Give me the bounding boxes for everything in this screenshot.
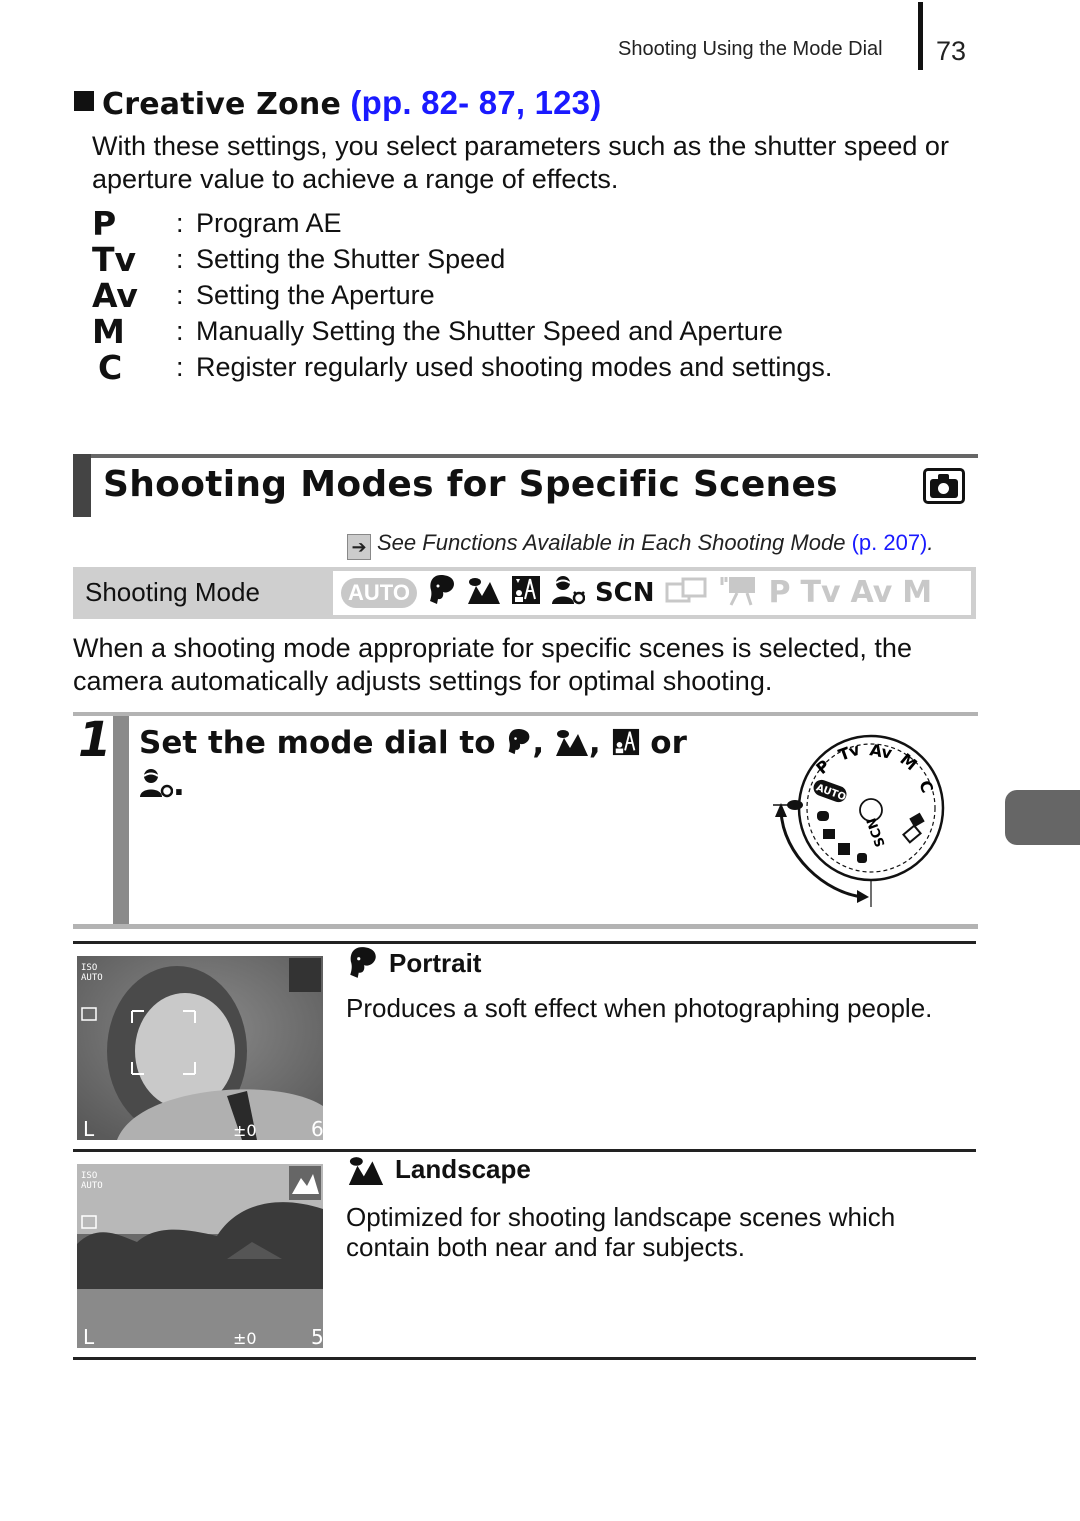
dial-landscape-mark	[823, 829, 835, 839]
step-side-bar	[113, 716, 129, 926]
mode-row-av: Av: Setting the Aperture	[92, 275, 435, 315]
feature-title-portrait: Portrait	[347, 946, 481, 980]
lcd-iso: ISO	[81, 963, 97, 973]
lcd-size: L	[83, 1325, 95, 1348]
mode-label: Manually Setting the Shutter Speed and A…	[196, 316, 783, 347]
step-number: 1	[78, 712, 112, 768]
feature-rule	[73, 1149, 976, 1152]
square-bullet-icon	[74, 91, 94, 111]
mode-row-c: C: Register regularly used shooting modes…	[92, 348, 833, 388]
tv-mode-icon: Tv	[800, 575, 841, 610]
mode-key: Av	[92, 275, 138, 315]
landscape-lcd-screenshot: ISO AUTO L ±0 5	[77, 1164, 323, 1348]
feature-description-portrait: Produces a soft effect when photographin…	[346, 993, 933, 1023]
creative-zone-title: Creative Zone	[102, 87, 342, 122]
m-mode-icon: M	[902, 575, 933, 610]
portrait-lcd-screenshot: ISO AUTO L ±0 6	[77, 956, 323, 1140]
mode-row-tv: Tv: Setting the Shutter Speed	[92, 239, 506, 279]
lcd-size: L	[83, 1117, 95, 1140]
page-number: 73	[936, 36, 967, 66]
av-mode-icon: Av	[850, 575, 893, 610]
movie-icon	[719, 574, 759, 612]
stitch-assist-icon	[665, 576, 709, 610]
kids-pets-icon	[551, 574, 586, 612]
see-also-reference: ➔ See Functions Available in Each Shootin…	[347, 530, 934, 560]
feature-rule	[73, 941, 976, 944]
portrait-icon	[506, 725, 532, 761]
chapter-tab[interactable]	[1005, 790, 1080, 845]
creative-zone-description: With these settings, you select paramete…	[92, 131, 949, 194]
lcd-mode-badge	[289, 958, 321, 992]
creative-mode-list: P: Program AE Tv: Setting the Shutter Spee…	[92, 203, 833, 388]
scn-icon: SCN	[594, 578, 655, 608]
auto-icon: AUTO	[341, 578, 417, 608]
feature-description-landscape: Optimized for shooting landscape scenes …	[346, 1202, 896, 1262]
mode-label: Setting the Shutter Speed	[196, 243, 506, 274]
night-scene-icon	[612, 725, 640, 761]
portrait-icon	[350, 947, 376, 978]
shooting-mode-icons: AUTO SCN P Tv Av M	[333, 571, 971, 615]
step-instruction: Set the mode dial to , , or .	[139, 725, 687, 803]
intro-paragraph: When a shooting mode appropriate for spe…	[73, 633, 912, 696]
feature-rule	[73, 1357, 976, 1360]
mode-key: P	[92, 203, 117, 243]
water	[77, 1289, 323, 1348]
mode-label: Setting the Aperture	[196, 279, 435, 310]
see-also-page-link[interactable]: (p. 207)	[852, 530, 928, 555]
night-scene-icon	[511, 575, 541, 611]
see-also-text: Functions Available in Each Shooting Mod…	[422, 530, 846, 555]
feature-title-landscape: Landscape	[347, 1154, 531, 1185]
section-left-bar	[73, 454, 91, 517]
lcd-mode-badge	[289, 1166, 321, 1200]
landscape-icon	[348, 1156, 384, 1185]
mode-row-p: P: Program AE	[92, 203, 342, 243]
dial-night-mark	[838, 843, 850, 855]
mode-key: M	[92, 312, 125, 352]
lcd-shots: 5	[311, 1325, 323, 1348]
kids-pets-icon	[139, 767, 174, 803]
p-mode-icon: P	[768, 575, 791, 610]
mode-label: Program AE	[196, 207, 342, 238]
lcd-iso: ISO	[81, 1171, 97, 1181]
dial-portrait-mark	[817, 811, 829, 821]
creative-zone-page-link[interactable]: (pp. 82- 87, 123)	[350, 84, 601, 121]
running-header-title: Shooting Using the Mode Dial	[618, 38, 883, 60]
portrait-icon	[427, 574, 457, 612]
dial-pointer	[787, 800, 803, 810]
landscape-icon	[467, 576, 501, 610]
step-bottom-rule	[73, 924, 978, 929]
dial-kids-mark	[857, 853, 867, 863]
mode-key: C	[98, 348, 123, 388]
dial-arrowhead-bottom	[857, 890, 869, 903]
shooting-mode-label: Shooting Mode	[85, 577, 260, 607]
arrow-right-icon: ➔	[347, 534, 371, 560]
svg-text:AUTO: AUTO	[81, 1181, 103, 1191]
section-top-rule	[73, 454, 978, 458]
lcd-exposure: ±0	[233, 1329, 257, 1348]
mode-key: Tv	[92, 239, 137, 279]
svg-text:AUTO: AUTO	[81, 973, 103, 983]
camera-icon	[923, 468, 965, 504]
step-top-rule	[73, 712, 978, 716]
mode-label: Register regularly used shooting modes a…	[196, 352, 833, 383]
dial-label-av: Av	[868, 740, 894, 763]
lcd-shots: 6	[311, 1117, 323, 1140]
lcd-exposure: ±0	[233, 1121, 257, 1140]
creative-zone-heading: Creative Zone (pp. 82- 87, 123)	[74, 84, 601, 122]
section-title: Shooting Modes for Specific Scenes	[103, 464, 838, 505]
landscape-icon	[555, 725, 589, 761]
mode-row-m: M: Manually Setting the Shutter Speed and…	[92, 312, 783, 352]
header-divider	[918, 2, 923, 70]
mode-dial-diagram: P Tv Av M C AUTO SCN	[773, 734, 945, 907]
